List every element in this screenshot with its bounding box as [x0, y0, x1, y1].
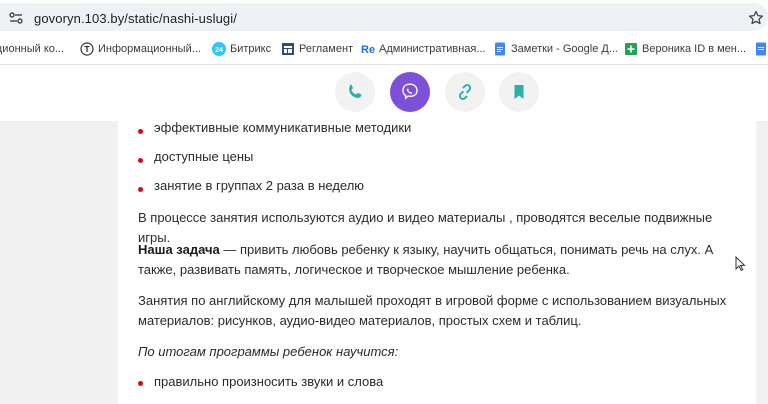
list-bullet [138, 129, 143, 134]
star-icon[interactable] [748, 10, 764, 26]
url-text[interactable]: govoryn.103.by/static/nashi-uslugi/ [34, 11, 237, 26]
bookmark-share-button[interactable] [499, 72, 539, 112]
bitrix24-icon: 24 [212, 42, 226, 56]
share-buttons [0, 65, 768, 121]
google-docs-icon [756, 42, 766, 56]
english-text-line1: Занятия по английскому для малышей прохо… [138, 293, 727, 308]
list-bullet [138, 381, 143, 386]
bookmark-label: Битрикс [230, 43, 272, 55]
list-item: доступные цены [154, 149, 254, 164]
list-item: эффективные коммуникативные методики [154, 120, 412, 135]
list-bullet [138, 158, 143, 163]
goal-text-line1: — привить любовь ребенку к языку, научит… [219, 242, 714, 257]
article-content: эффективные коммуникативные методики дос… [118, 120, 756, 404]
bookmark-label: Вероника ID в мен... [642, 43, 747, 55]
bookmark-icon [514, 85, 524, 99]
viber-icon [402, 83, 418, 100]
goal-text-line2: также, развивать память, логическое и тв… [138, 262, 570, 277]
plus-square-icon [625, 43, 637, 55]
bookmark-label: Информационный... [98, 43, 201, 55]
svg-text:Re: Re [361, 44, 375, 56]
layout-icon [282, 43, 294, 55]
bookmark-label: Административная... [379, 43, 486, 55]
t-circle-icon [80, 42, 94, 56]
phone-icon [349, 84, 362, 98]
english-text-line2: материалов: рисунков, аудио-видео матери… [138, 313, 582, 328]
site-info-icon[interactable] [9, 12, 23, 24]
link-icon [458, 84, 472, 100]
paragraph-english: Занятия по английскому для малышей прохо… [138, 291, 738, 331]
viber-share-button[interactable] [390, 72, 430, 112]
goal-heading: Наша задача [138, 242, 220, 257]
list-item: правильно произносить звуки и слова [154, 374, 384, 389]
results-intro: По итогам программы ребенок научится: [138, 344, 399, 359]
list-bullet [138, 187, 143, 192]
list-item: занятие в группах 2 раза в неделю [154, 178, 365, 193]
bookmark-label: ционный ко... [0, 43, 65, 55]
re-icon: Re [361, 44, 375, 56]
phone-share-button[interactable] [335, 72, 375, 112]
svg-text:24: 24 [215, 47, 223, 54]
paragraph-goal: Наша задача — привить любовь ребенку к я… [138, 240, 738, 280]
bookmark-label: Заметки - Google Д... [511, 43, 618, 55]
omnibox[interactable]: govoryn.103.by/static/nashi-uslugi/ [0, 3, 768, 31]
google-docs-icon [495, 42, 505, 56]
address-bar: govoryn.103.by/static/nashi-uslugi/ [0, 0, 768, 34]
bookmarks-bar: ционный ко... Информационный... 24 Битри… [0, 34, 768, 65]
bookmark-label: Регламент [299, 43, 354, 55]
link-share-button[interactable] [445, 72, 485, 112]
text-cursor-icon [735, 256, 746, 272]
